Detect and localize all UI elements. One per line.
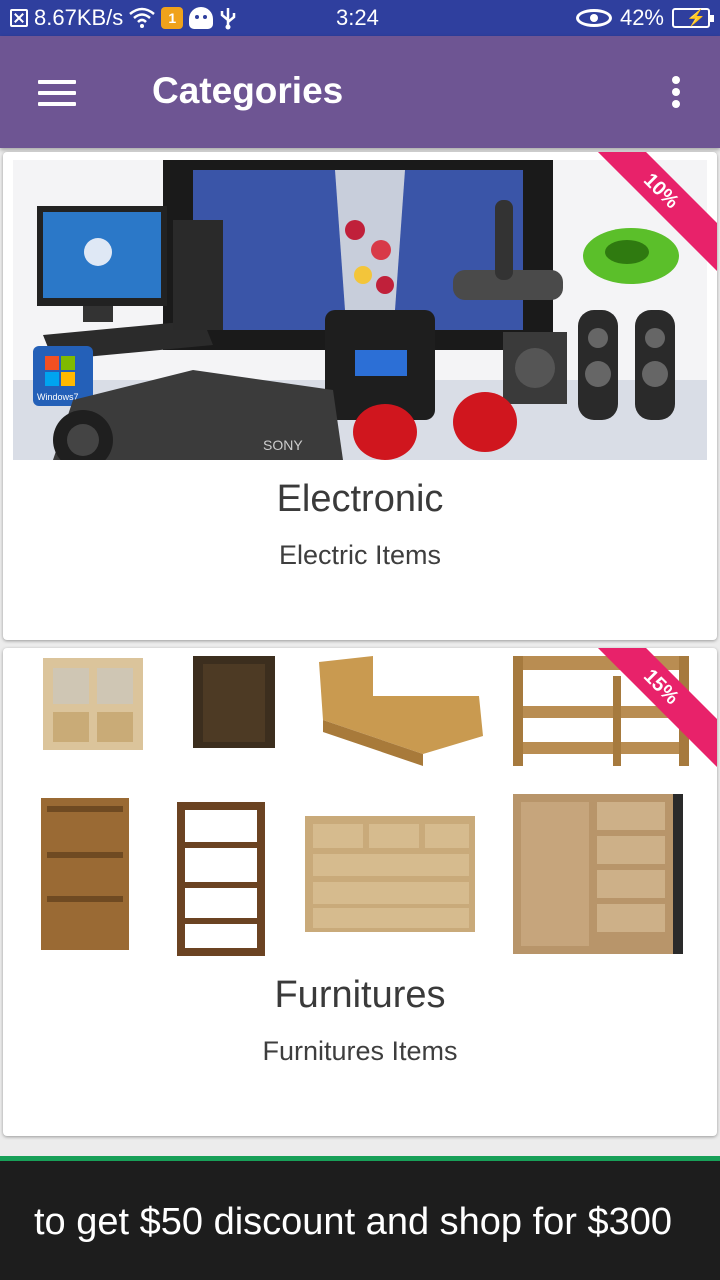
app-bar: Categories — [0, 36, 720, 148]
windows-logo-text: Windows7 — [37, 392, 79, 402]
category-card-furnitures[interactable]: 15% Furnitures Furnitures Items — [3, 648, 717, 1136]
category-title: Furnitures — [274, 974, 446, 1016]
network-speed: 8.67KB/s — [34, 5, 124, 30]
usb-icon — [221, 8, 236, 30]
furniture-image — [13, 656, 707, 956]
electronics-image: Windows7 SONY — [13, 160, 707, 460]
sony-logo-text: SONY — [263, 437, 303, 453]
promo-banner-text: to get $50 discount and shop for $300 — [34, 1201, 673, 1243]
status-right-group: 42% ⚡ — [575, 5, 714, 31]
status-left-group: 8.67KB/s 1 — [10, 5, 237, 31]
category-subtitle: Electric Items — [278, 540, 442, 570]
battery-percent: 42% — [619, 5, 664, 30]
charging-icon: ⚡ — [686, 10, 706, 27]
battery-icon: ⚡ — [672, 8, 714, 28]
app-notification-icon: 1 — [161, 7, 184, 29]
hamburger-menu-icon[interactable] — [38, 80, 76, 106]
android-icon — [189, 7, 214, 29]
wifi-icon — [129, 7, 156, 28]
notification-icon — [10, 9, 28, 27]
more-options-icon[interactable] — [666, 74, 686, 110]
category-title: Electronic — [276, 478, 444, 520]
eye-comfort-icon — [575, 9, 612, 27]
promo-banner[interactable]: to get $50 discount and shop for $300 — [0, 1156, 720, 1280]
category-subtitle: Furnitures Items — [262, 1036, 458, 1066]
category-card-electronic[interactable]: Windows7 SONY 10% Electronic Electric It… — [3, 152, 717, 640]
status-time: 3:24 — [336, 5, 379, 30]
page-title: Categories — [152, 70, 344, 111]
status-bar: 8.67KB/s 1 3:24 42% ⚡ — [0, 0, 720, 36]
